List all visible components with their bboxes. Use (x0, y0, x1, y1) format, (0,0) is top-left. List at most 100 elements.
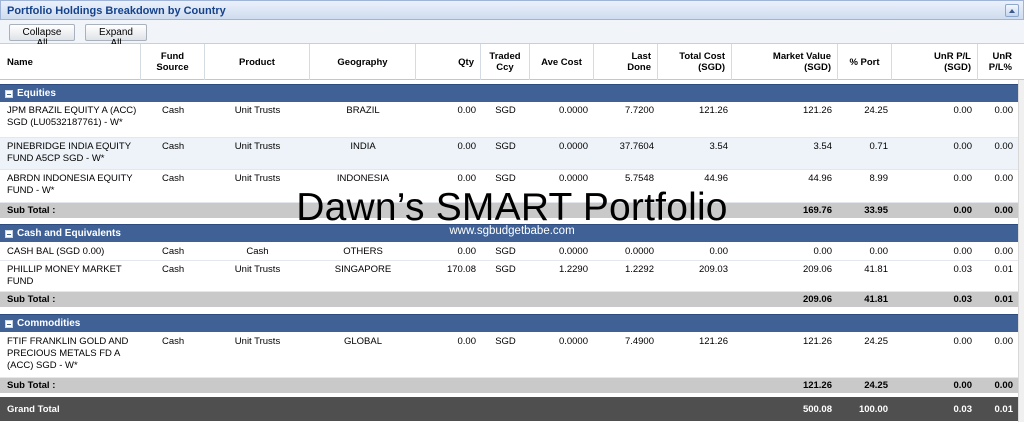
cell-name: FTIF FRANKLIN GOLD AND PRECIOUS METALS F… (7, 336, 129, 371)
cell-pct-port: 0.00 (869, 246, 889, 257)
cell-market-value: 44.96 (808, 173, 832, 184)
cell-geography: OTHERS (343, 246, 383, 257)
cell-qty: 0.00 (457, 141, 477, 152)
cell-ccy: SGD (495, 246, 516, 257)
cell-unr-pl: 0.00 (953, 246, 973, 257)
cell-pct-port: 8.99 (869, 173, 889, 184)
cell-total-cost: 121.26 (698, 336, 728, 347)
cell-market-value: 0.00 (813, 246, 833, 257)
panel-title: Portfolio Holdings Breakdown by Country (7, 5, 226, 17)
cell-ave-cost: 0.0000 (558, 246, 588, 257)
cell-ave-cost: 0.0000 (558, 141, 588, 152)
cell-unr-pl-pct: 0.00 (994, 173, 1014, 184)
subtotal-market-value: 209.06 (802, 294, 832, 305)
cell-market-value: 3.54 (813, 141, 833, 152)
group-header-commodities[interactable]: Commodities (0, 314, 1018, 332)
cell-ave-cost: 0.0000 (558, 173, 588, 184)
toolbar: Collapse All Expand All (0, 20, 1024, 49)
cell-ave-cost: 1.2290 (558, 264, 588, 275)
cell-last-done: 7.4900 (624, 336, 654, 347)
subtotal-pct-port: 41.81 (864, 294, 888, 305)
subtotal-unr-pl-pct: 0.00 (994, 380, 1014, 391)
cell-ccy: SGD (495, 105, 516, 116)
table-row[interactable]: JPM BRAZIL EQUITY A (ACC) SGD (LU0532187… (0, 102, 1018, 138)
group-header-equities[interactable]: Equities (0, 84, 1018, 102)
subtotal-unr-pl-pct: 0.01 (994, 294, 1014, 305)
cell-geography: GLOBAL (343, 336, 383, 347)
subtotal-row: Sub Total : 121.26 24.25 0.00 0.00 (0, 378, 1018, 393)
cell-name: PHILLIP MONEY MARKET FUND (7, 264, 122, 287)
cell-qty: 0.00 (457, 173, 477, 184)
cell-product: Unit Trusts (234, 264, 281, 275)
cell-geography: INDONESIA (336, 173, 390, 184)
column-header-total-cost[interactable]: Total Cost (SGD) (658, 44, 732, 80)
column-header-fund-source[interactable]: Fund Source (141, 44, 205, 80)
cell-ccy: SGD (495, 173, 516, 184)
cell-ccy: SGD (495, 141, 516, 152)
column-header-product[interactable]: Product (205, 44, 310, 80)
grand-total-pct-port: 100.00 (858, 404, 888, 415)
subtotal-label: Sub Total : (7, 380, 56, 391)
cell-ccy: SGD (495, 336, 516, 347)
cell-fund-source: Cash (162, 141, 185, 152)
table-row[interactable]: PINEBRIDGE INDIA EQUITY FUND A5CP SGD - … (0, 138, 1018, 170)
grand-total-label: Grand Total (7, 404, 60, 415)
cell-ccy: SGD (495, 264, 516, 275)
cell-name: JPM BRAZIL EQUITY A (ACC) SGD (LU0532187… (7, 105, 137, 128)
cell-unr-pl: 0.00 (953, 141, 973, 152)
cell-name: CASH BAL (SGD 0.00) (7, 246, 105, 257)
cell-fund-source: Cash (162, 105, 185, 116)
column-header-ave-cost[interactable]: Ave Cost (530, 44, 594, 80)
cell-last-done: 5.7548 (624, 173, 654, 184)
cell-last-done: 1.2292 (624, 264, 654, 275)
cell-unr-pl: 0.00 (953, 336, 973, 347)
cell-qty: 170.08 (446, 264, 476, 275)
table-row[interactable]: FTIF FRANKLIN GOLD AND PRECIOUS METALS F… (0, 333, 1018, 378)
cell-fund-source: Cash (162, 246, 185, 257)
minus-square-icon[interactable] (5, 90, 13, 98)
grand-total-unr-pl-pct: 0.01 (994, 404, 1014, 415)
cell-market-value: 209.06 (802, 264, 832, 275)
cell-fund-source: Cash (162, 264, 185, 275)
cell-total-cost: 121.26 (698, 105, 728, 116)
column-header-last-done[interactable]: Last Done (594, 44, 658, 80)
table-row[interactable]: PHILLIP MONEY MARKET FUND Cash Unit Trus… (0, 261, 1018, 292)
cell-unr-pl-pct: 0.00 (994, 246, 1014, 257)
grand-total-unr-pl: 0.03 (953, 404, 973, 415)
cell-product: Unit Trusts (234, 105, 281, 116)
cell-geography: SINGAPORE (334, 264, 392, 275)
column-header-pct-port[interactable]: % Port (838, 44, 892, 80)
subtotal-unr-pl: 0.00 (953, 380, 973, 391)
watermark-url: www.sgbudgetbabe.com (449, 225, 575, 237)
cell-unr-pl: 0.00 (953, 105, 973, 116)
collapse-all-button[interactable]: Collapse All (9, 24, 75, 49)
column-header-unr-pl[interactable]: UnR P/L (SGD) (892, 44, 978, 80)
grand-total-row: Grand Total 500.08 100.00 0.03 0.01 (0, 397, 1018, 421)
cell-product: Unit Trusts (234, 141, 281, 152)
column-header-market-value[interactable]: Market Value (SGD) (732, 44, 838, 80)
cell-total-cost: 44.96 (704, 173, 728, 184)
column-header-geography[interactable]: Geography (310, 44, 416, 80)
expand-all-button[interactable]: Expand All (85, 24, 147, 49)
vertical-scrollbar[interactable] (1018, 80, 1024, 422)
cell-total-cost: 209.03 (698, 264, 728, 275)
grand-total-market-value: 500.08 (802, 404, 832, 415)
cell-unr-pl-pct: 0.01 (994, 264, 1014, 275)
cell-geography: INDIA (350, 141, 376, 152)
group-label: Equities (17, 88, 56, 99)
panel-titlebar: Portfolio Holdings Breakdown by Country (0, 0, 1024, 20)
cell-ave-cost: 0.0000 (558, 105, 588, 116)
collapse-up-icon[interactable] (1005, 4, 1019, 17)
table-row[interactable]: CASH BAL (SGD 0.00) Cash Cash OTHERS 0.0… (0, 243, 1018, 261)
column-header-unr-pl-pct[interactable]: UnR P/L% (978, 44, 1018, 80)
cell-pct-port: 24.25 (864, 336, 888, 347)
subtotal-unr-pl: 0.03 (953, 294, 973, 305)
column-header-traded-ccy[interactable]: Traded Ccy (481, 44, 530, 80)
cell-unr-pl: 0.00 (953, 173, 973, 184)
cell-pct-port: 0.71 (869, 141, 889, 152)
column-header-name[interactable]: Name (0, 44, 141, 80)
minus-square-icon[interactable] (5, 320, 13, 328)
cell-last-done: 7.7200 (624, 105, 654, 116)
column-header-qty[interactable]: Qty (416, 44, 481, 80)
cell-pct-port: 41.81 (864, 264, 888, 275)
